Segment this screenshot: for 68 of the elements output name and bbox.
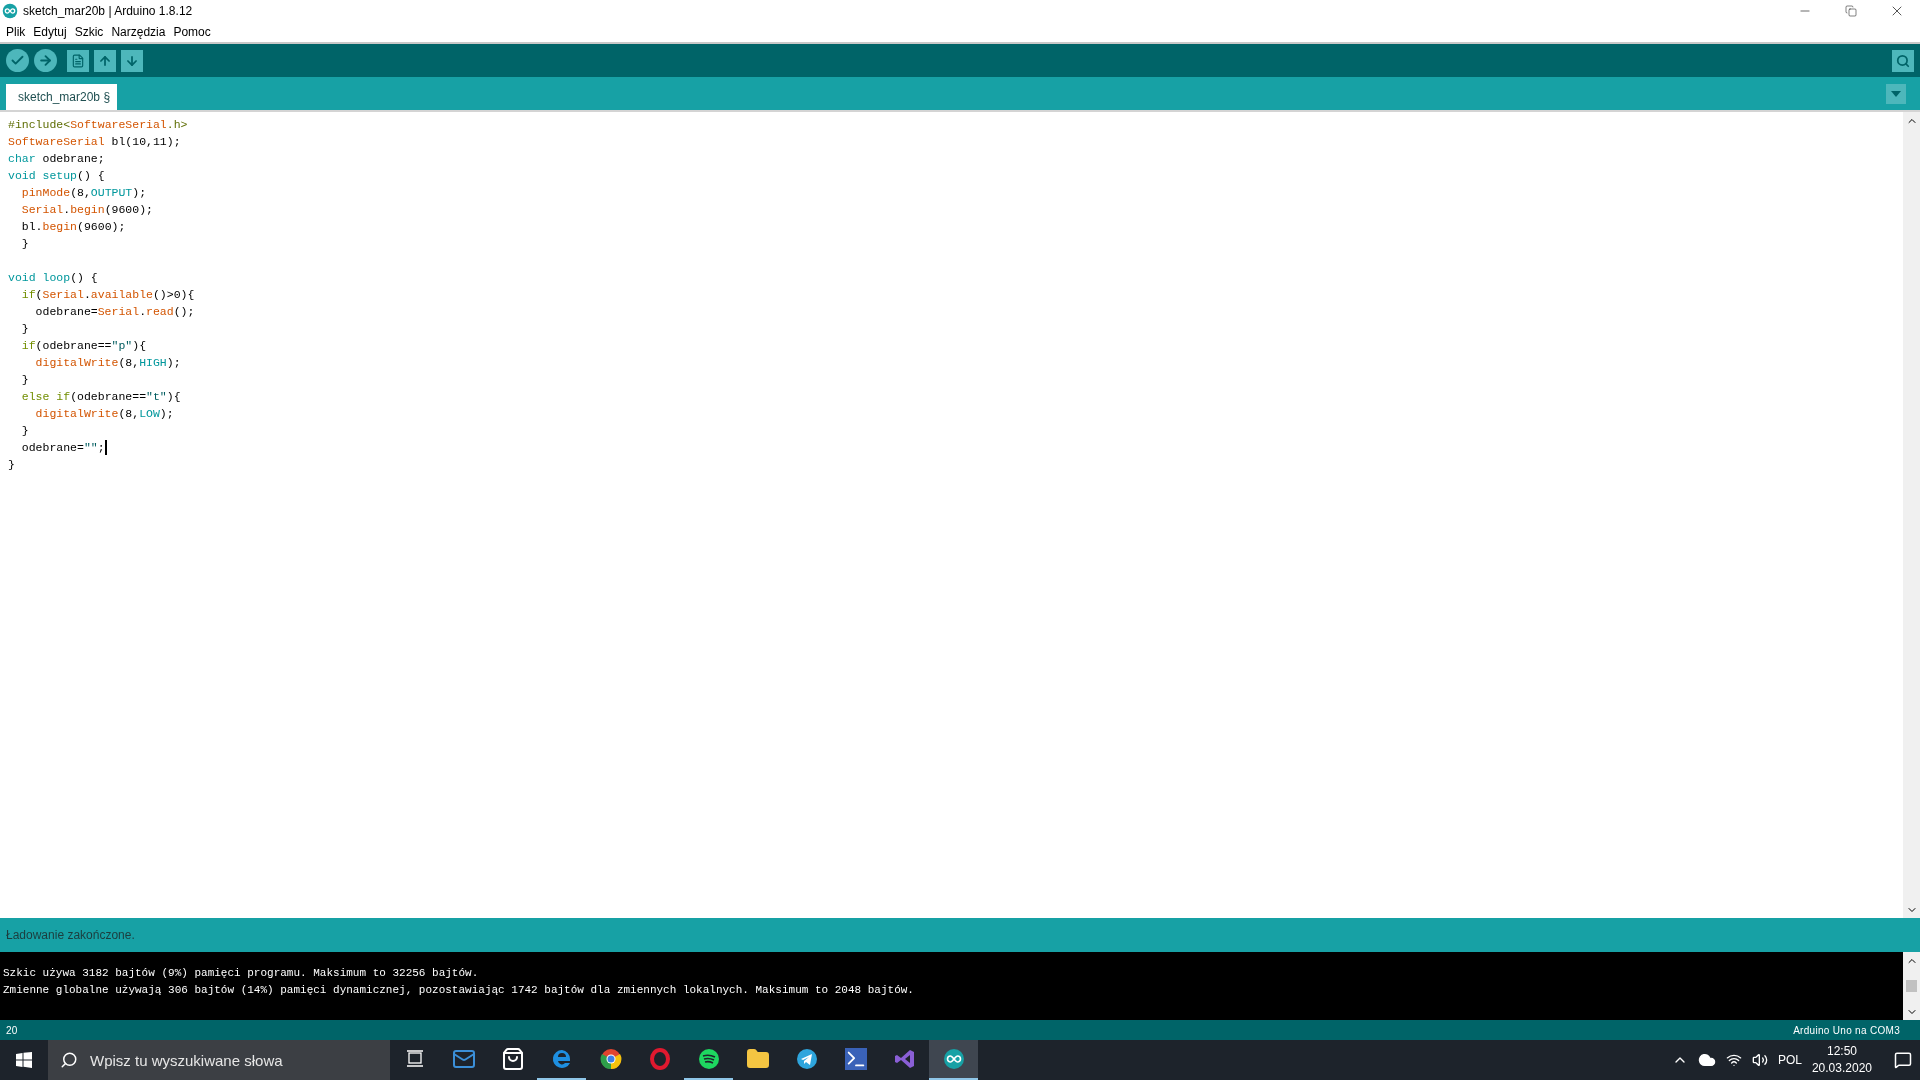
clock-date[interactable]: 20.03.2020 (1811, 1060, 1872, 1077)
code-line: odebrane=Serial.read(); (34, 304, 195, 320)
menu-item[interactable]: Pomoc (169, 25, 215, 39)
console-line: Szkic używa 3182 bajtów (9%) pamięci programu. Maksimum to 32256 bajtów. (3, 967, 479, 981)
code-line: if(Serial.available()>0){ (20, 287, 195, 303)
code-line: else if(odebrane=="t"){ (20, 389, 181, 405)
envelope-icon (451, 1047, 476, 1071)
menu-item[interactable]: Plik (2, 25, 30, 39)
clock-time[interactable]: 12:50 (1826, 1043, 1857, 1060)
menu-item[interactable]: Edytuj (29, 25, 71, 39)
line-number: 20 (6, 1024, 18, 1036)
ribbon-icon (893, 1048, 916, 1070)
caret-down-icon (1891, 91, 1901, 97)
restore-icon (1845, 5, 1857, 17)
scrollbar-thumb[interactable] (1906, 980, 1917, 992)
code-line: pinMode(8,OUTPUT); (20, 185, 147, 201)
notifications-icon[interactable] (1894, 1051, 1912, 1069)
sketch-tab[interactable]: sketch_mar20b § (6, 84, 118, 110)
terminal-icon (844, 1048, 867, 1070)
open-button[interactable] (94, 49, 116, 72)
code-line: void loop() { (8, 270, 98, 286)
folder-icon (745, 1047, 770, 1071)
code-line: char odebrane; (8, 151, 105, 167)
shopping-bag-icon (500, 1047, 525, 1071)
verify-button[interactable] (6, 49, 29, 72)
code-line: } (20, 423, 29, 439)
letter-e-icon (550, 1048, 573, 1070)
new-button[interactable] (67, 49, 89, 72)
task-view-icon (405, 1050, 424, 1068)
search-icon (60, 1051, 78, 1069)
ring-icon (648, 1048, 671, 1070)
document-icon (71, 53, 85, 68)
code-line: if(odebrane=="p"){ (20, 338, 147, 354)
code-line: SoftwareSerial bl(10,11); (8, 134, 181, 150)
code-line: Serial.begin(9600); (20, 202, 153, 218)
status-message: Ładowanie zakończone. (6, 928, 135, 942)
code-line: } (20, 236, 29, 252)
cloud-icon[interactable] (1697, 1051, 1716, 1069)
code-line: #include<SoftwareSerial.h> (8, 117, 188, 133)
code-line: digitalWrite(8,HIGH); (34, 355, 181, 371)
browser-circle-icon (599, 1048, 622, 1070)
windows-logo-icon (16, 1052, 32, 1068)
code-line: digitalWrite(8,LOW); (34, 406, 174, 422)
sound-waves-circle-icon (697, 1048, 720, 1070)
code-line: } (20, 372, 29, 388)
serial-monitor-button[interactable] (1892, 49, 1914, 72)
tab-menu-button[interactable] (1886, 84, 1906, 104)
volume-icon[interactable] (1751, 1052, 1768, 1068)
infinity-icon (942, 1048, 965, 1070)
code-line: odebrane=""; (20, 439, 107, 456)
menu-item[interactable]: Narzędzia (107, 25, 170, 39)
save-button[interactable] (121, 49, 143, 72)
board-port-label: Arduino Uno na COM3 (1793, 1024, 1900, 1036)
wifi-icon[interactable] (1725, 1052, 1742, 1068)
taskbar-app-button[interactable] (929, 1040, 978, 1080)
code-line: } (20, 321, 29, 337)
upload-button[interactable] (34, 49, 57, 72)
code-line: void setup() { (8, 168, 105, 184)
paper-plane-icon (795, 1048, 818, 1070)
code-line: bl.begin(9600); (20, 219, 126, 235)
window-title: sketch_mar20b | Arduino 1.8.12 (23, 4, 194, 18)
menu-item[interactable]: Szkic (70, 25, 108, 39)
magnifier-icon (1896, 53, 1910, 68)
console-line: Zmienne globalne używają 306 bajtów (14%) pamięci dynamicznej, pozostawiając 1742 bajtów dla zmiennych lokalnych. Maksimum to 2048 bajtów. (3, 984, 914, 998)
checkmark-icon (10, 53, 25, 68)
arrow-right-icon (38, 53, 53, 68)
code-line: } (8, 457, 15, 473)
language-indicator[interactable]: POL (1777, 1053, 1802, 1067)
